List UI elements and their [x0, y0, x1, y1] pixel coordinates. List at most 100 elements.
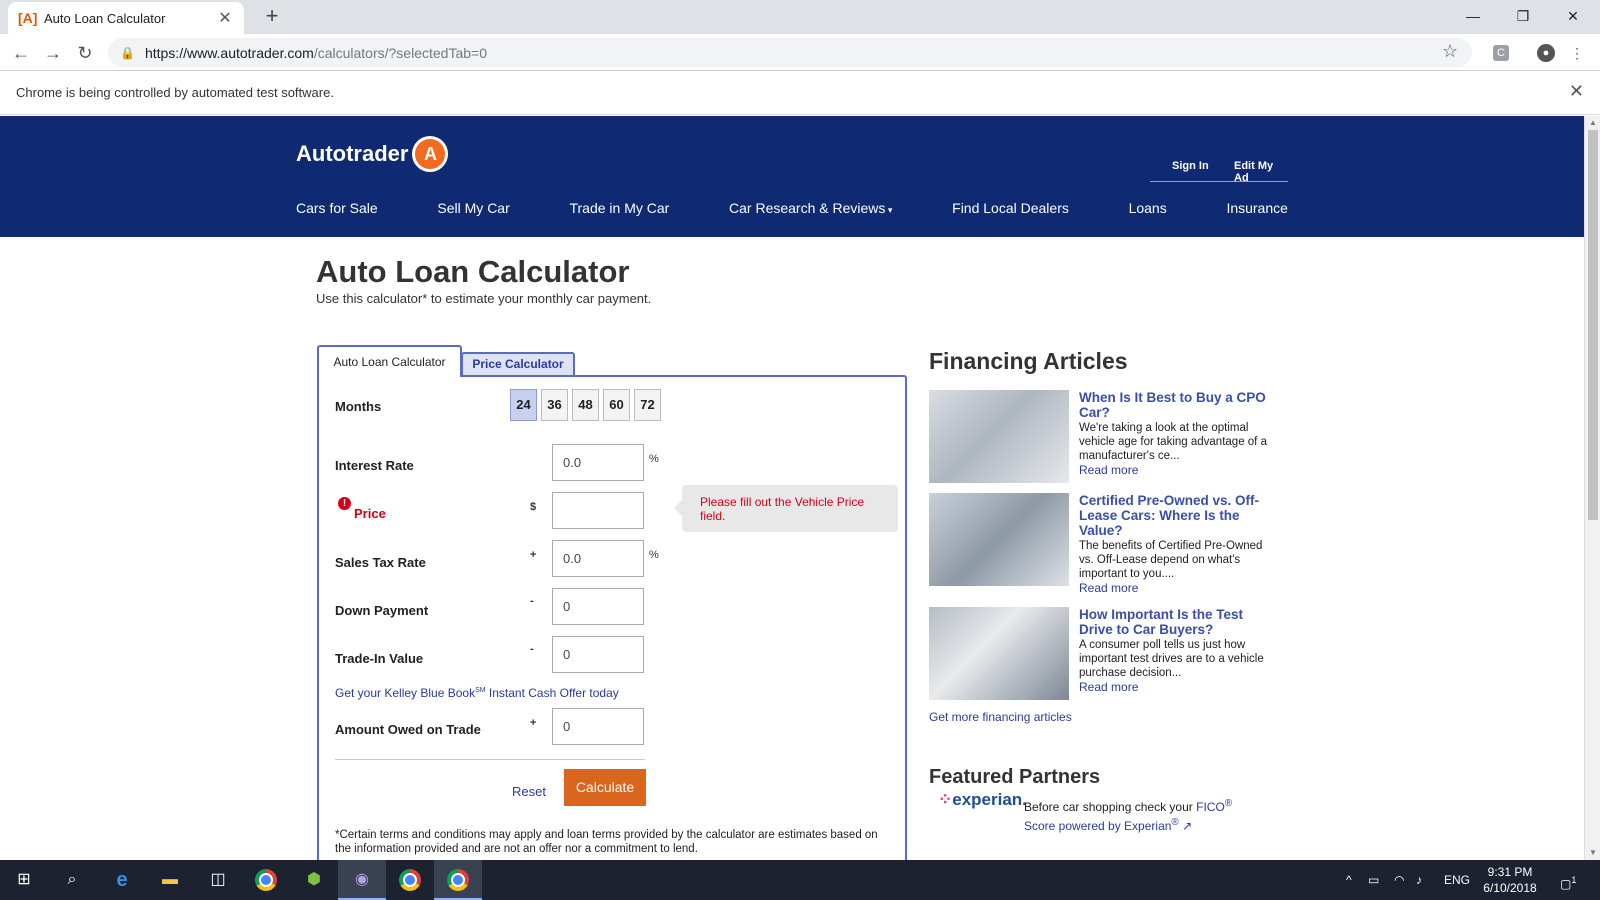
scroll-down-icon[interactable]: ▼ [1585, 846, 1600, 860]
dropdown-caret-icon: ▾ [885, 205, 893, 215]
close-tab-icon[interactable]: ✕ [216, 8, 234, 28]
battery-icon[interactable]: ▭ [1368, 860, 1379, 900]
article-image[interactable] [929, 493, 1069, 586]
read-more-link[interactable]: Read more [1079, 581, 1138, 595]
experian-partner-text: Before car shopping check your FICO® Sco… [1024, 798, 1233, 833]
amount-owed-plus-symbol: + [530, 717, 537, 729]
down-payment-input[interactable]: 0 [552, 588, 644, 625]
autotrader-logo[interactable]: Autotrader A [296, 136, 449, 172]
menu-kebab-icon[interactable]: ⋮ [1566, 42, 1588, 64]
article-image[interactable] [929, 607, 1069, 700]
file-explorer-icon[interactable]: ▬ [146, 860, 194, 900]
external-link-icon: ↗ [1182, 819, 1193, 833]
article-title-link[interactable]: How Important Is the Test Drive to Car B… [1079, 607, 1274, 637]
reset-link[interactable]: Reset [512, 784, 546, 799]
divider [335, 759, 645, 760]
volume-icon[interactable]: ♪ [1416, 860, 1422, 900]
system-clock[interactable]: 9:31 PM 6/10/2018 [1480, 864, 1540, 896]
trade-in-input[interactable]: 0 [552, 636, 644, 673]
nav-find-local-dealers[interactable]: Find Local Dealers [952, 200, 1069, 216]
start-windows-icon[interactable]: ⊞ [0, 860, 48, 900]
nav-cars-for-sale[interactable]: Cars for Sale [296, 200, 378, 216]
forward-button[interactable]: → [40, 40, 66, 66]
autotrader-logo-icon: A [412, 136, 449, 172]
experian-logo[interactable]: ⁘experian. [938, 790, 1027, 810]
amount-owed-input[interactable]: 0 [552, 708, 644, 745]
address-bar[interactable]: 🔒 https://www.autotrader.com/calculators… [108, 38, 1472, 67]
web-page: Autotrader A Sign In Edit My Ad Cars for… [0, 116, 1584, 860]
profile-icon[interactable]: ● [1537, 44, 1555, 62]
close-window-button[interactable]: ✕ [1550, 0, 1596, 32]
sales-tax-label: Sales Tax Rate [335, 555, 426, 570]
article-image[interactable] [929, 390, 1069, 483]
chrome-taskbar-icon-2[interactable] [386, 860, 434, 900]
chrome-taskbar-icon-3[interactable] [434, 860, 482, 900]
calculator-panel: Months 24 36 48 60 72 Interest Rate 0.0 … [317, 375, 907, 860]
sales-tax-plus-symbol: + [530, 549, 537, 561]
down-payment-label: Down Payment [335, 603, 429, 618]
chrome-taskbar-icon[interactable] [242, 860, 290, 900]
calculate-button[interactable]: Calculate [564, 769, 646, 806]
tab-price-calculator[interactable]: Price Calculator [461, 352, 575, 377]
show-hidden-icons-chevron-icon[interactable]: ^ [1346, 860, 1352, 900]
scroll-up-icon[interactable]: ▲ [1585, 116, 1600, 130]
month-option-72[interactable]: 72 [634, 389, 661, 421]
edge-browser-icon[interactable]: e [98, 860, 146, 900]
trade-in-minus-symbol: - [530, 643, 534, 655]
article-summary: The benefits of Certified Pre-Owned vs. … [1079, 540, 1263, 580]
scrollbar-thumb[interactable] [1588, 130, 1598, 520]
restore-button[interactable]: ❐ [1500, 0, 1546, 32]
read-more-link[interactable]: Read more [1079, 680, 1138, 694]
back-button[interactable]: ← [8, 40, 34, 66]
read-more-link[interactable]: Read more [1079, 463, 1138, 477]
nav-insurance[interactable]: Insurance [1226, 200, 1287, 216]
month-option-48[interactable]: 48 [572, 389, 599, 421]
nav-sell-my-car[interactable]: Sell My Car [437, 200, 509, 216]
bookmark-star-icon[interactable]: ☆ [1442, 41, 1458, 62]
extension-icon[interactable]: C [1493, 45, 1509, 61]
price-input[interactable] [552, 492, 644, 529]
new-tab-button[interactable]: + [260, 4, 284, 28]
month-option-60[interactable]: 60 [603, 389, 630, 421]
error-icon: ! [338, 497, 351, 510]
header-links: Sign In Edit My Ad [1150, 160, 1288, 184]
down-payment-minus-symbol: - [530, 595, 534, 607]
reload-button[interactable]: ↻ [72, 40, 98, 66]
article-title-link[interactable]: When Is It Best to Buy a CPO Car? [1079, 390, 1274, 420]
store-icon[interactable]: ◫ [194, 860, 242, 900]
month-option-24[interactable]: 24 [510, 389, 537, 421]
fico-link[interactable]: FICO® [1196, 798, 1232, 814]
amount-owed-label: Amount Owed on Trade [335, 722, 481, 737]
sign-in-link[interactable]: Sign In [1172, 160, 1209, 172]
browser-toolbar: ← → ↻ 🔒 https://www.autotrader.com/calcu… [0, 34, 1600, 71]
browser-tab[interactable]: [A] Auto Loan Calculator ✕ [8, 2, 244, 34]
infobar-close-icon[interactable]: ✕ [1569, 81, 1584, 102]
nav-car-research-reviews[interactable]: Car Research & Reviews ▾ [729, 200, 892, 216]
minimize-button[interactable]: — [1450, 0, 1496, 32]
experian-score-link[interactable]: Score powered by Experian® ↗ [1024, 817, 1193, 833]
infobar-message: Chrome is being controlled by automated … [16, 85, 334, 100]
more-financing-articles-link[interactable]: Get more financing articles [929, 710, 1072, 724]
wifi-icon[interactable]: ◠ [1394, 860, 1404, 900]
sales-tax-input[interactable]: 0.0 [552, 540, 644, 577]
article-title-link[interactable]: Certified Pre-Owned vs. Off-Lease Cars: … [1079, 493, 1274, 538]
nav-loans[interactable]: Loans [1129, 200, 1167, 216]
tab-auto-loan-calculator[interactable]: Auto Loan Calculator [317, 345, 462, 377]
kbb-instant-cash-link[interactable]: Get your Kelley Blue BookSM Instant Cash… [335, 686, 619, 700]
url-text: https://www.autotrader.com/calculators/?… [144, 44, 487, 61]
language-indicator[interactable]: ENG [1444, 860, 1470, 900]
interest-rate-input[interactable]: 0.0 [552, 444, 644, 481]
automation-infobar: Chrome is being controlled by automated … [0, 71, 1600, 115]
action-center-icon[interactable]: ▢1 [1560, 860, 1576, 900]
page-scrollbar[interactable]: ▲ ▼ [1584, 116, 1600, 860]
month-option-36[interactable]: 36 [541, 389, 568, 421]
page-subtitle: Use this calculator* to estimate your mo… [316, 291, 652, 306]
eclipse-icon[interactable]: ◉ [338, 860, 386, 900]
edit-my-ad-link[interactable]: Edit My Ad [1234, 160, 1288, 184]
nav-trade-in-my-car[interactable]: Trade in My Car [569, 200, 669, 216]
article-summary: A consumer poll tells us just how import… [1079, 639, 1264, 679]
search-icon[interactable]: ⌕ [48, 860, 96, 900]
browser-tab-strip: [A] Auto Loan Calculator ✕ + — ❐ ✕ [0, 0, 1600, 34]
interest-percent-symbol: % [649, 453, 659, 465]
android-studio-icon[interactable]: ⬢ [290, 860, 338, 900]
